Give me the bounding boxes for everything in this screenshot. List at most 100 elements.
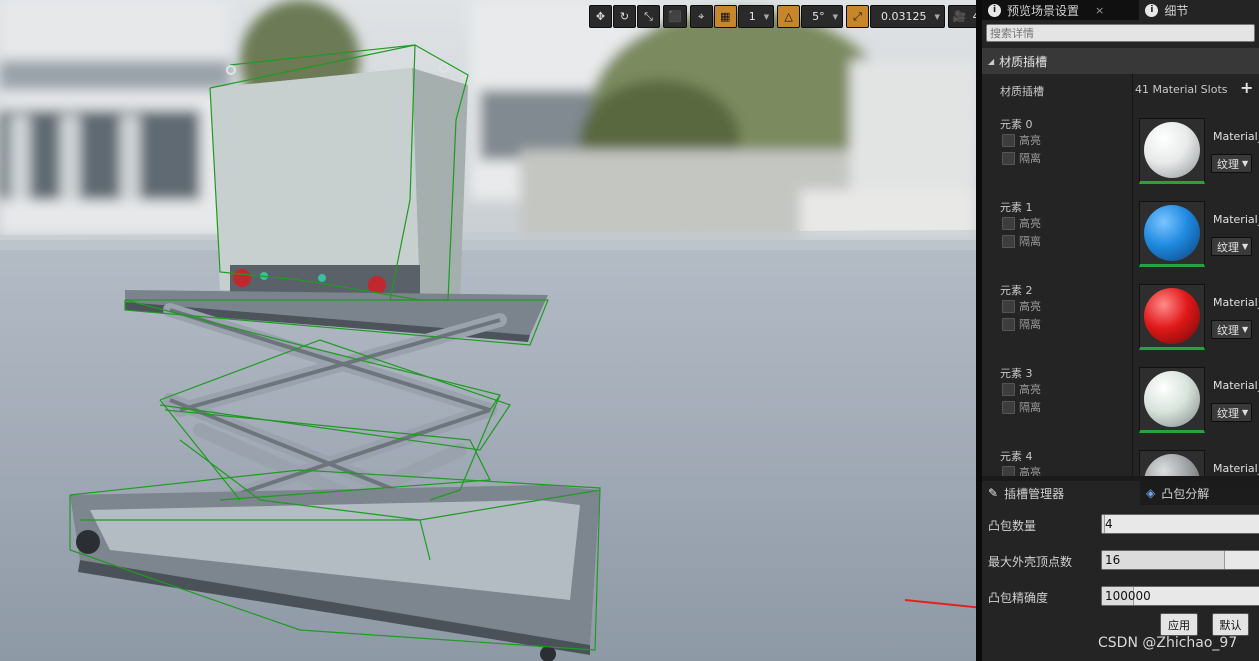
element-name: 元素 4 [1000,450,1033,463]
slots-count: 41 Material Slots [1135,83,1228,96]
scale-snap-icon: ⤢ [853,9,862,23]
apply-button[interactable]: 应用 [1160,613,1198,636]
texture-dropdown[interactable]: 纹理 ▼ [1211,154,1253,173]
rotation-snap-toggle[interactable]: △ [777,5,801,28]
material-element: 元素 1 高亮 隔离 Material_ 纹理 ▼ [982,191,1259,274]
element-name: 元素 3 [1000,367,1033,380]
tab-socket-manager[interactable]: ✎ 插槽管理器 [982,481,1140,505]
checkbox-box[interactable] [1002,400,1015,414]
material-thumbnail[interactable] [1139,201,1205,267]
material-thumbnail[interactable] [1139,367,1205,433]
precision-value: 100000 [1105,589,1151,603]
material-sphere [1144,288,1200,344]
tab-details[interactable]: i 细节 [1139,0,1259,20]
material-thumbnail[interactable] [1139,284,1205,350]
tab-convex-decomposition[interactable]: ◈ 凸包分解 [1140,481,1259,505]
isolate-label: 隔离 [1019,318,1041,331]
checkbox-box[interactable] [1002,216,1015,230]
hull-count-slider[interactable]: 4 [1101,514,1259,534]
chevron-down-icon: ▼ [1242,159,1249,168]
isolate-checkbox[interactable]: 隔离 [1002,399,1041,415]
tab-preview-scene[interactable]: i 预览场景设置 × [982,0,1139,20]
isolate-label: 隔离 [1019,152,1041,165]
checkbox-box[interactable] [1002,317,1015,331]
hull-count-row: 凸包数量 4 [982,512,1259,536]
collapse-arrow-icon: ◢ [988,56,995,66]
isolate-checkbox[interactable]: 隔离 [1002,316,1041,332]
rotation-snap-dropdown[interactable]: 5° ▼ [801,5,843,28]
texture-label: 纹理 [1217,406,1239,420]
search-input[interactable] [986,24,1255,42]
grid-icon: ▦ [720,10,731,23]
material-sphere [1144,371,1200,427]
camera-speed-button[interactable]: 🎥4 [947,5,976,28]
viewport-toolbar: ✥ ↻ ⤡ ⬛ ⌖ ▦ 1▼ △ 5°▼ ⤢ 0.03125▼ 🎥4 [589,5,976,29]
material-element: 元素 4 高亮 Material_ [982,440,1259,476]
category-title: 材质插槽 [999,54,1048,69]
grid-snap-toggle[interactable]: ▦ [713,5,737,28]
chevron-down-icon: ▼ [1242,242,1249,251]
highlight-label: 高亮 [1019,383,1041,396]
close-icon[interactable]: × [1095,4,1104,17]
chevron-down-icon: ▼ [1242,325,1249,334]
precision-label: 凸包精确度 [988,591,1049,605]
translate-mode-button[interactable]: ✥ [589,5,612,28]
material-thumbnail[interactable] [1139,450,1205,476]
coordinate-space-button[interactable]: ⬛ [663,5,687,28]
max-verts-slider[interactable]: 16 [1101,550,1259,570]
checkbox-box[interactable] [1002,234,1015,248]
texture-dropdown[interactable]: 纹理 ▼ [1211,403,1253,422]
texture-dropdown[interactable]: 纹理 ▼ [1211,237,1253,256]
material-name[interactable]: Material_ [1213,296,1259,309]
texture-label: 纹理 [1217,323,1239,337]
top-tabbar: i 预览场景设置 × i 细节 [982,0,1259,20]
3d-viewport[interactable]: ✥ ↻ ⤡ ⬛ ⌖ ▦ 1▼ △ 5°▼ ⤢ 0.03125▼ 🎥4 [0,0,976,661]
checkbox-box[interactable] [1002,299,1015,313]
scene-render [0,0,976,661]
max-verts-label: 最大外壳顶点数 [988,555,1073,569]
lower-tabbar: ✎ 插槽管理器 ◈ 凸包分解 [982,481,1259,505]
material-sphere [1144,454,1200,476]
texture-label: 纹理 [1217,157,1239,171]
checkbox-box[interactable] [1002,133,1015,147]
material-sphere [1144,122,1200,178]
material-slots-category[interactable]: ◢ 材质插槽 [982,48,1259,74]
highlight-checkbox[interactable]: 高亮 [1002,298,1041,314]
checkbox-box[interactable] [1002,465,1015,476]
material-name[interactable]: Material_ [1213,130,1259,143]
highlight-checkbox[interactable]: 高亮 [1002,215,1041,231]
isolate-checkbox[interactable]: 隔离 [1002,233,1041,249]
material-thumbnail[interactable] [1139,118,1205,184]
material-sphere [1144,205,1200,261]
scale-snap-dropdown[interactable]: 0.03125 ▼ [869,5,945,28]
texture-dropdown[interactable]: 纹理 ▼ [1211,320,1253,339]
tab-label: 预览场景设置 [1007,3,1080,18]
surface-snap-button[interactable]: ⌖ [689,5,713,28]
tab-label: 凸包分解 [1161,486,1210,501]
material-name[interactable]: Material_ [1213,462,1259,475]
add-slot-icon[interactable]: + [1240,78,1253,97]
rotate-mode-button[interactable]: ↻ [613,5,636,28]
element-name: 元素 1 [1000,201,1033,214]
material-list: 材质插槽 41 Material Slots + 元素 0 高亮 隔离 Mate… [982,74,1259,476]
highlight-checkbox[interactable]: 高亮 [1002,381,1041,397]
highlight-checkbox[interactable]: 高亮 [1002,464,1041,476]
scale-snap-toggle[interactable]: ⤢ [845,5,869,28]
chevron-down-icon: ▼ [763,12,770,21]
isolate-checkbox[interactable]: 隔离 [1002,150,1041,166]
material-element: 元素 3 高亮 隔离 Material_ 纹理 ▼ [982,357,1259,440]
highlight-checkbox[interactable]: 高亮 [1002,132,1041,148]
material-element: 元素 2 高亮 隔离 Material_ 纹理 ▼ [982,274,1259,357]
grid-size-value: 1 [748,10,756,23]
scale-mode-button[interactable]: ⤡ [637,5,660,28]
material-name[interactable]: Material_ [1213,213,1259,226]
checkbox-box[interactable] [1002,151,1015,165]
highlight-label: 高亮 [1019,217,1041,230]
precision-slider[interactable]: 100000 [1101,586,1259,606]
checkbox-box[interactable] [1002,382,1015,396]
material-name[interactable]: Material_ [1213,379,1259,392]
grid-size-dropdown[interactable]: 1 ▼ [737,5,775,28]
default-button[interactable]: 默认 [1212,613,1249,636]
search-row [982,20,1259,48]
angle-icon: △ [784,10,793,23]
